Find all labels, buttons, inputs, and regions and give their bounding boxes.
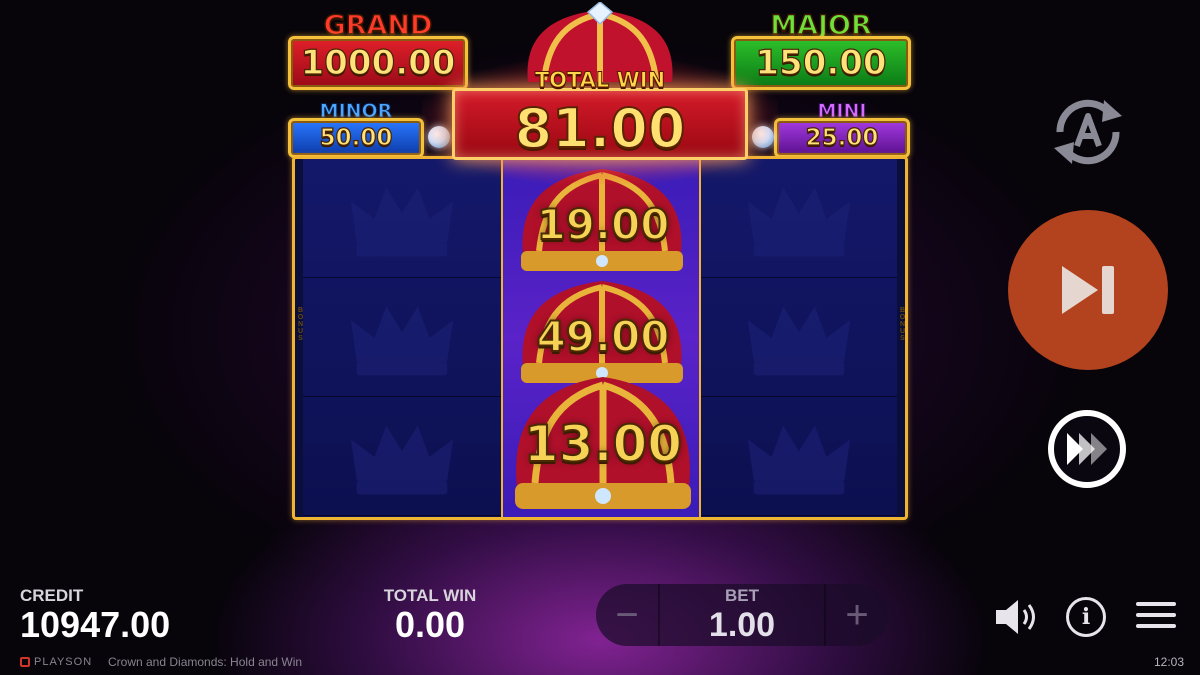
brand-name: PLAYSON [34, 656, 93, 668]
hamburger-menu-icon [1136, 602, 1176, 628]
crown-silhouette-icon [350, 306, 454, 376]
crown-symbol: 13.00 [503, 369, 703, 519]
total-win-label: TOTAL WIN [383, 586, 477, 605]
total-win-display: TOTAL WIN 0.00 [370, 586, 490, 646]
crown-silhouette-icon [747, 425, 851, 495]
empty-cell [303, 278, 501, 397]
turbo-icon [1067, 433, 1107, 465]
total-win-banner-value: 81.00 [514, 96, 687, 161]
total-win-value: 0.00 [394, 604, 466, 645]
game-title: Crown and Diamonds: Hold and Win [108, 655, 303, 669]
empty-cell [701, 278, 897, 397]
skip-button[interactable] [1008, 210, 1168, 370]
info-icon: i [1081, 604, 1091, 630]
reel-column-right [701, 159, 897, 517]
total-win-banner: TOTAL WIN 81.00 [422, 58, 778, 184]
clock: 12:03 [1153, 655, 1184, 669]
mini-jackpot-value: 25.00 [805, 124, 879, 151]
crown-silhouette-icon [747, 306, 851, 376]
bonus-side-label-right: BONUS [897, 307, 906, 346]
credit-display: CREDIT 10947.00 [20, 586, 170, 646]
provider-brand: PLAYSON [20, 656, 92, 668]
turbo-button[interactable] [1048, 410, 1126, 488]
bet-decrease-button[interactable]: − [596, 584, 660, 646]
bet-increase-button[interactable]: + [824, 584, 888, 646]
crown-value: 13.00 [523, 414, 683, 474]
playson-logo-icon [20, 657, 30, 667]
reel-column-left [303, 159, 501, 517]
bonus-side-label-left: BONUS [295, 307, 304, 346]
autoplay-icon [1054, 99, 1122, 165]
bet-value: 1.00 [708, 606, 776, 644]
crown-value: 19.00 [536, 199, 671, 250]
credit-label: CREDIT [20, 586, 84, 605]
crown-silhouette-icon [350, 187, 454, 257]
empty-cell [303, 397, 501, 516]
skip-forward-icon [1062, 266, 1114, 314]
info-button[interactable]: i [1066, 597, 1106, 637]
mini-jackpot-box: 25.00 [774, 118, 910, 158]
bet-display: BET 1.00 [660, 586, 824, 645]
crown-silhouette-icon [350, 425, 454, 495]
total-win-banner-box: 81.00 [452, 88, 748, 161]
bonus-label: BONUS [899, 307, 906, 342]
minor-jackpot-value: 50.00 [319, 124, 393, 151]
bet-panel: − BET 1.00 + [596, 584, 888, 646]
minor-jackpot: MINOR 50.00 [288, 100, 424, 158]
autoplay-button[interactable] [1044, 92, 1132, 172]
menu-button[interactable] [1136, 602, 1176, 632]
crown-silhouette-icon [747, 187, 851, 257]
total-win-banner-label: TOTAL WIN [534, 68, 666, 93]
bet-label: BET [725, 586, 759, 605]
reel-column-middle: 19.00 49.00 13.00 [501, 159, 701, 517]
reel-grid: BONUS BONUS 19.00 49.00 13.00 [292, 156, 908, 520]
empty-cell [701, 397, 897, 516]
mini-jackpot: MINI 25.00 [774, 100, 910, 158]
credit-value: 10947.00 [20, 604, 171, 645]
minor-jackpot-box: 50.00 [288, 118, 424, 158]
crown-value: 49.00 [536, 311, 671, 362]
sound-button[interactable] [994, 598, 1042, 636]
speaker-icon [996, 600, 1035, 634]
